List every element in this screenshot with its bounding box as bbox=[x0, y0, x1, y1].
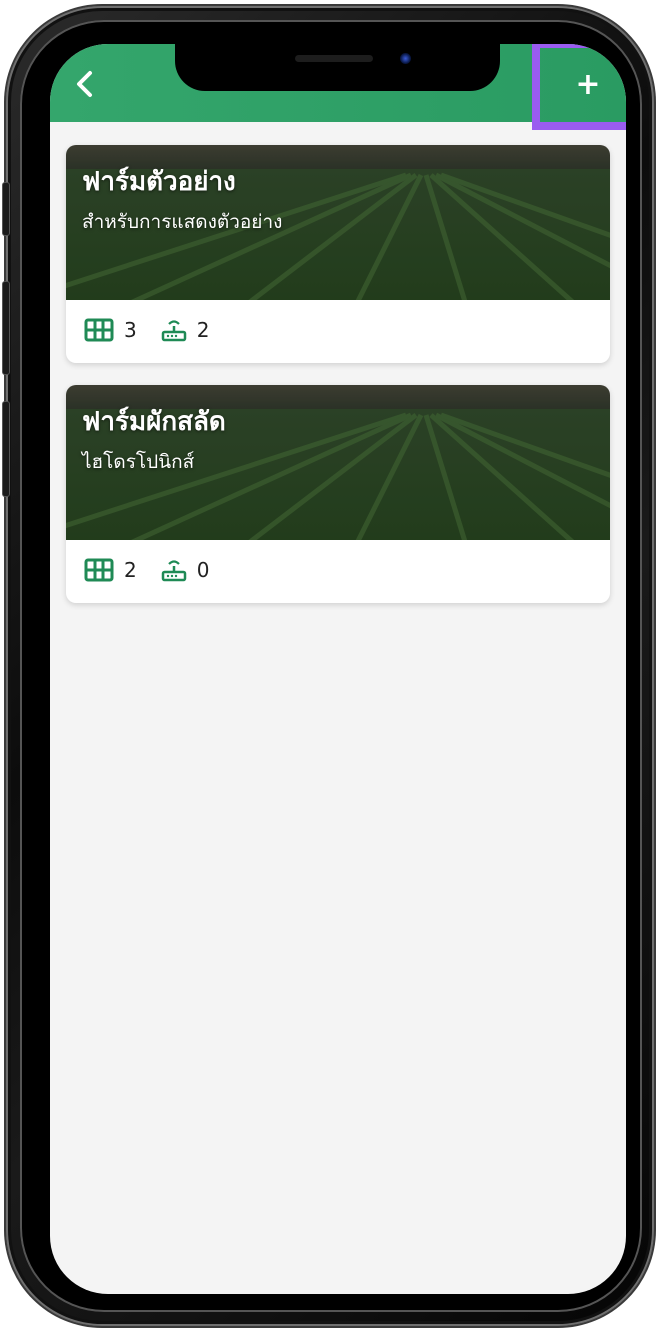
mute-switch bbox=[3, 183, 9, 235]
volume-up-button bbox=[3, 282, 9, 374]
back-button[interactable] bbox=[64, 64, 104, 104]
device-count: 0 bbox=[161, 557, 210, 583]
speaker-grille bbox=[295, 55, 373, 62]
farm-cover-image: ฟาร์มตัวอย่าง สำหรับการแสดงตัวอย่าง bbox=[66, 145, 610, 300]
plot-count: 3 bbox=[84, 318, 137, 342]
farm-name: ฟาร์มผักสลัด bbox=[82, 407, 226, 437]
grid-icon bbox=[84, 318, 114, 342]
grid-icon bbox=[84, 558, 114, 582]
chevron-left-icon bbox=[77, 71, 92, 97]
farm-card[interactable]: ฟาร์มตัวอย่าง สำหรับการแสดงตัวอย่าง 3 2 bbox=[66, 145, 610, 363]
notch bbox=[175, 44, 500, 91]
device-count: 2 bbox=[161, 317, 210, 343]
farm-cover-image: ฟาร์มผักสลัด ไฮโดรโปนิกส์ bbox=[66, 385, 610, 540]
device-count-value: 2 bbox=[196, 318, 210, 342]
add-button-highlight bbox=[532, 44, 626, 130]
device-count-value: 0 bbox=[196, 558, 210, 582]
farm-stats: 2 0 bbox=[84, 555, 233, 585]
router-icon bbox=[161, 320, 186, 342]
volume-down-button bbox=[3, 402, 9, 496]
plot-count: 2 bbox=[84, 558, 137, 582]
front-camera bbox=[400, 53, 411, 64]
farm-name: ฟาร์มตัวอย่าง bbox=[82, 167, 236, 197]
plot-count-value: 3 bbox=[124, 318, 137, 342]
farm-description: สำหรับการแสดงตัวอย่าง bbox=[82, 211, 283, 233]
farm-description: ไฮโดรโปนิกส์ bbox=[82, 451, 195, 473]
farm-card[interactable]: ฟาร์มผักสลัด ไฮโดรโปนิกส์ 2 0 bbox=[66, 385, 610, 603]
farm-stats: 3 2 bbox=[84, 315, 233, 345]
app-screen: + ฟาร์มตัวอย่าง สำหรับการแสดงตัวอย่าง 3 … bbox=[50, 44, 626, 1294]
router-icon bbox=[161, 560, 186, 582]
plot-count-value: 2 bbox=[124, 558, 137, 582]
